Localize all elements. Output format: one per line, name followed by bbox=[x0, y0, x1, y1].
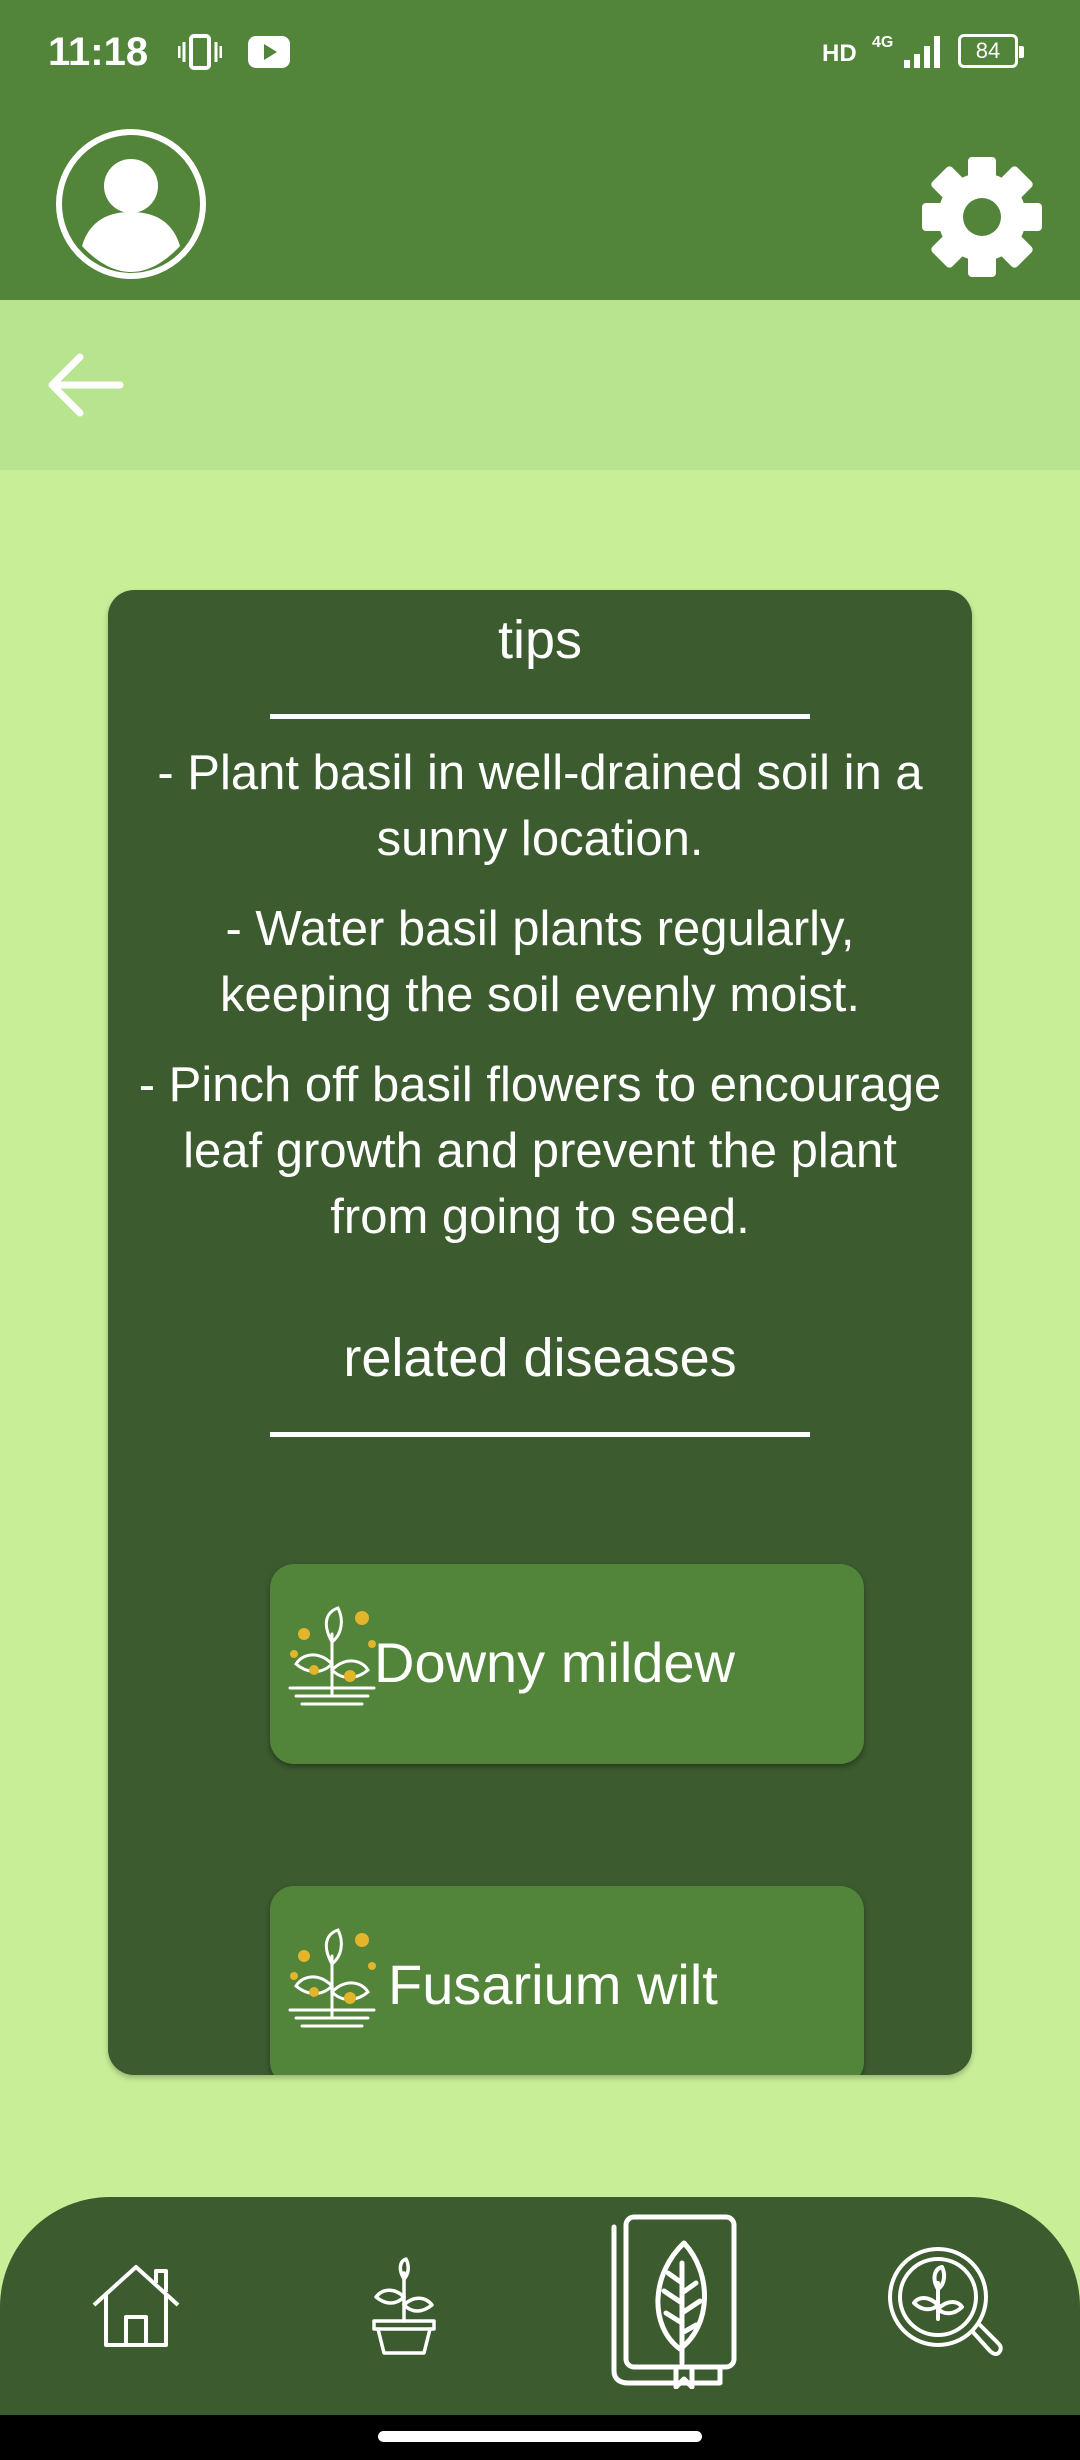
disease-label: Fusarium wilt bbox=[388, 1953, 718, 2016]
plant-info-card: tips - Plant basil in well-drained soil … bbox=[108, 590, 972, 2075]
diseased-plant-icon bbox=[288, 1928, 376, 2028]
home-gesture-handle[interactable] bbox=[378, 2431, 702, 2442]
tips-divider bbox=[270, 714, 810, 719]
tips-list: - Plant basil in well-drained soil in a … bbox=[138, 740, 942, 1250]
tips-heading: tips bbox=[497, 610, 583, 670]
signal-icon bbox=[904, 36, 940, 68]
bottom-navigation bbox=[0, 2197, 1080, 2415]
avatar-icon[interactable] bbox=[55, 128, 207, 280]
plant-search-icon[interactable] bbox=[884, 2243, 1004, 2371]
sub-header bbox=[0, 300, 1080, 470]
tip-item: - Plant basil in well-drained soil in a … bbox=[157, 746, 923, 866]
network-type: HD bbox=[822, 40, 857, 67]
home-icon[interactable] bbox=[88, 2259, 184, 2355]
tip-item: - Pinch off basil flowers to encourage l… bbox=[138, 1058, 942, 1244]
signal-label: 4G bbox=[872, 34, 894, 51]
battery-icon: 84 bbox=[958, 34, 1024, 68]
disease-button-fusarium-wilt[interactable]: Fusarium wilt bbox=[270, 1886, 864, 2075]
arrow-left-icon[interactable] bbox=[40, 345, 130, 425]
disease-button-downy-mildew[interactable]: Downy mildew bbox=[270, 1564, 864, 1764]
status-bar: 11:18 HD 4G 84 bbox=[0, 0, 1080, 110]
youtube-icon bbox=[248, 36, 290, 68]
battery-level: 84 bbox=[975, 38, 1001, 63]
tip-item: - Water basil plants regularly, keeping … bbox=[219, 902, 861, 1022]
diseases-divider bbox=[270, 1432, 810, 1437]
potted-plant-icon[interactable] bbox=[366, 2257, 442, 2357]
gear-icon[interactable] bbox=[922, 155, 1042, 280]
related-diseases-heading: related diseases bbox=[343, 1328, 737, 1388]
vibrate-icon bbox=[178, 34, 222, 70]
disease-label: Downy mildew bbox=[374, 1631, 735, 1694]
leaf-book-icon[interactable] bbox=[604, 2213, 744, 2389]
status-time: 11:18 bbox=[48, 30, 149, 74]
diseased-plant-icon bbox=[288, 1606, 376, 1706]
